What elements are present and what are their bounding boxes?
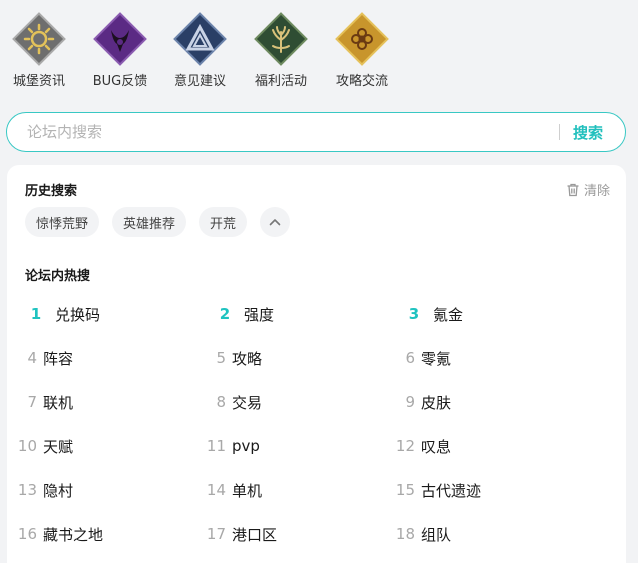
category-bug-report[interactable]: BUG反馈 bbox=[85, 12, 155, 89]
tree-icon bbox=[254, 12, 308, 66]
hot-rank: 17 bbox=[206, 525, 226, 543]
hot-keyword: 组队 bbox=[421, 525, 452, 544]
hot-search-item[interactable]: 12 叹息 bbox=[393, 435, 451, 457]
hot-search-item[interactable]: 18 组队 bbox=[393, 523, 451, 545]
search-divider bbox=[559, 124, 560, 140]
hot-search-title: 论坛内热搜 bbox=[25, 269, 91, 284]
hot-rank: 3 bbox=[408, 305, 420, 323]
triangle-icon bbox=[173, 12, 227, 66]
category-label: 福利活动 bbox=[254, 74, 307, 89]
hot-search-item[interactable]: 4 阵容 bbox=[15, 347, 73, 369]
hot-keyword: 古代遗迹 bbox=[421, 481, 482, 500]
hot-search-item[interactable]: 11 pvp bbox=[204, 435, 260, 457]
category-label: BUG反馈 bbox=[92, 74, 148, 89]
search-bar: 搜索 bbox=[6, 112, 626, 152]
hot-rank: 5 bbox=[216, 349, 226, 367]
hot-rank: 12 bbox=[395, 437, 415, 455]
hot-rank: 10 bbox=[17, 437, 37, 455]
hot-rank: 8 bbox=[216, 393, 226, 411]
category-welfare[interactable]: 福利活动 bbox=[246, 12, 316, 89]
category-row: 城堡资讯 BUG反馈 意见建议 福利活动 攻略交流 bbox=[0, 12, 638, 92]
hot-rank: 4 bbox=[27, 349, 37, 367]
hot-rank: 1 bbox=[30, 305, 42, 323]
hot-search-item[interactable]: 9 皮肤 bbox=[393, 391, 451, 413]
hot-rank: 13 bbox=[17, 481, 37, 499]
hot-rank: 7 bbox=[27, 393, 37, 411]
hot-keyword: 隐村 bbox=[43, 481, 74, 500]
history-chip[interactable]: 惊悸荒野 bbox=[25, 207, 100, 237]
category-label: 意见建议 bbox=[173, 74, 226, 89]
hot-rank: 15 bbox=[395, 481, 415, 499]
hot-keyword: 联机 bbox=[43, 393, 74, 412]
hot-keyword: 强度 bbox=[244, 305, 275, 324]
category-feedback[interactable]: 意见建议 bbox=[165, 12, 235, 89]
hot-keyword: 藏书之地 bbox=[43, 525, 104, 544]
category-label: 城堡资讯 bbox=[12, 74, 65, 89]
hot-search-item[interactable]: 14 单机 bbox=[204, 479, 262, 501]
hot-search-item[interactable]: 7 联机 bbox=[15, 391, 73, 413]
hot-keyword: 天赋 bbox=[43, 437, 74, 456]
category-castle-news[interactable]: 城堡资讯 bbox=[4, 12, 74, 89]
hot-search-item[interactable]: 5 攻略 bbox=[204, 347, 262, 369]
hot-keyword: 兑换码 bbox=[55, 305, 101, 324]
hot-keyword: 叹息 bbox=[421, 437, 452, 456]
hot-search-item[interactable]: 6 零氪 bbox=[393, 347, 451, 369]
category-label: 攻略交流 bbox=[335, 74, 388, 89]
hot-rank: 16 bbox=[17, 525, 37, 543]
search-button[interactable]: 搜索 bbox=[573, 122, 603, 143]
demon-icon bbox=[93, 12, 147, 66]
hot-keyword: 攻略 bbox=[232, 349, 263, 368]
hot-keyword: 港口区 bbox=[232, 525, 278, 544]
hot-search-item[interactable]: 13 隐村 bbox=[15, 479, 73, 501]
trash-icon bbox=[567, 183, 579, 196]
sun-icon bbox=[12, 12, 66, 66]
hot-rank: 14 bbox=[206, 481, 226, 499]
hot-keyword: 皮肤 bbox=[421, 393, 452, 412]
history-chips: 惊悸荒野 英雄推荐 开荒 bbox=[25, 207, 303, 237]
hot-search-item[interactable]: 17 港口区 bbox=[204, 523, 277, 545]
hot-rank: 2 bbox=[219, 305, 231, 323]
chevron-up-icon bbox=[269, 219, 281, 226]
hot-keyword: 交易 bbox=[232, 393, 263, 412]
search-input[interactable] bbox=[27, 123, 547, 141]
hot-search-item[interactable]: 1 兑换码 bbox=[25, 303, 100, 325]
hot-search-item[interactable]: 3 氪金 bbox=[403, 303, 463, 325]
clear-label: 清除 bbox=[583, 184, 610, 199]
hot-rank: 9 bbox=[405, 393, 415, 411]
search-suggestion-panel: 历史搜索 清除 惊悸荒野 英雄推荐 开荒 论坛内热搜 1 兑换码 2 强度 3 … bbox=[7, 165, 626, 563]
hot-rank: 6 bbox=[405, 349, 415, 367]
history-chip[interactable]: 英雄推荐 bbox=[112, 207, 187, 237]
hot-search-item[interactable]: 15 古代遗迹 bbox=[393, 479, 481, 501]
hot-keyword: 零氪 bbox=[421, 349, 452, 368]
hot-search-item[interactable]: 2 强度 bbox=[214, 303, 274, 325]
hot-keyword: pvp bbox=[232, 437, 260, 455]
category-strategy[interactable]: 攻略交流 bbox=[327, 12, 397, 89]
hot-keyword: 单机 bbox=[232, 481, 263, 500]
history-title: 历史搜索 bbox=[25, 184, 78, 199]
hot-rank: 18 bbox=[395, 525, 415, 543]
hot-search-item[interactable]: 10 天赋 bbox=[15, 435, 73, 457]
hot-keyword: 氪金 bbox=[433, 305, 464, 324]
ornament-icon bbox=[335, 12, 389, 66]
collapse-history-button[interactable] bbox=[260, 207, 291, 237]
hot-search-item[interactable]: 8 交易 bbox=[204, 391, 262, 413]
clear-history-button[interactable]: 清除 bbox=[566, 180, 610, 199]
hot-keyword: 阵容 bbox=[43, 349, 74, 368]
hot-rank: 11 bbox=[206, 437, 226, 455]
hot-search-item[interactable]: 16 藏书之地 bbox=[15, 523, 103, 545]
history-chip[interactable]: 开荒 bbox=[199, 207, 248, 237]
